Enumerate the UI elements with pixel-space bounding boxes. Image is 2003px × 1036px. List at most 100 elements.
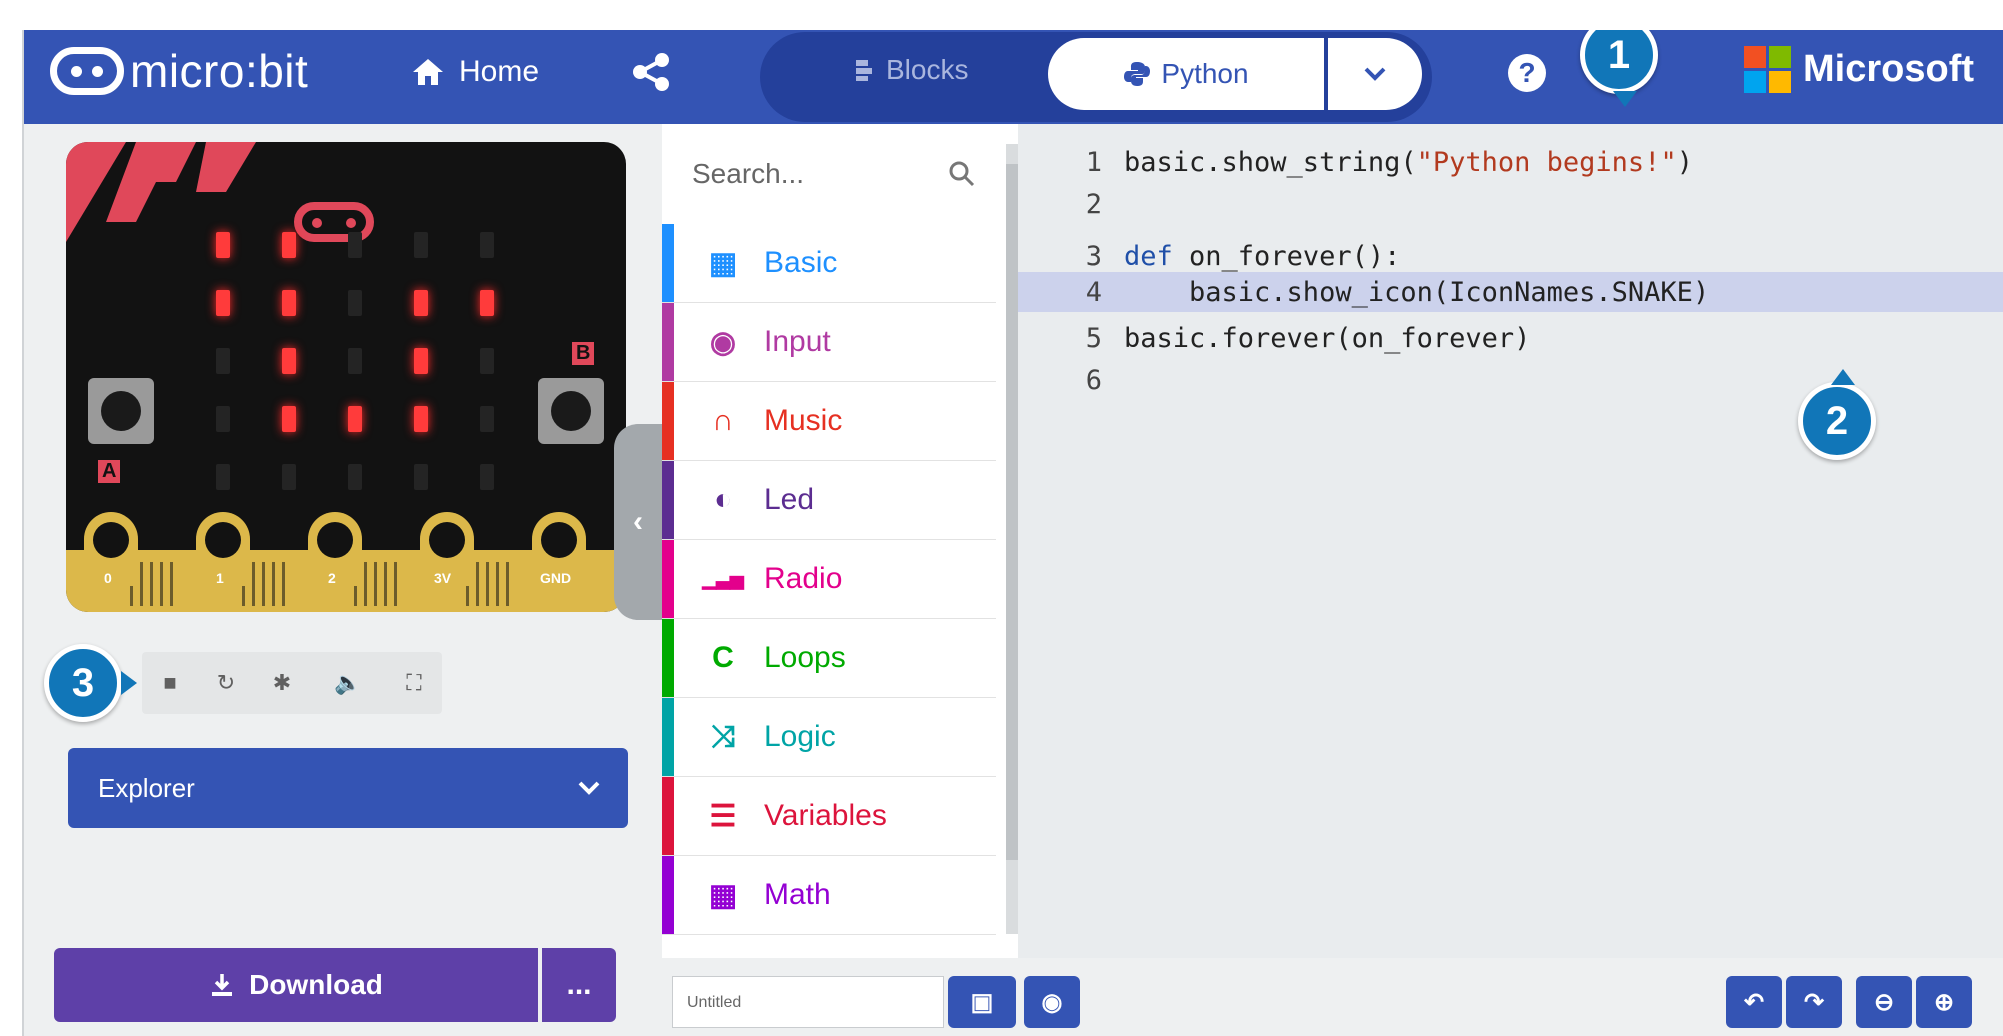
zoom-out-button[interactable]: ⊖ xyxy=(1856,976,1912,1028)
button-b[interactable] xyxy=(538,378,604,444)
project-name-input[interactable]: Untitled xyxy=(672,976,944,1028)
download-button[interactable]: Download xyxy=(54,948,538,1022)
category-music[interactable]: ∩ Music xyxy=(662,382,996,461)
toolbox: Search... ▦ Basic ◉ Input ∩ Music ◐ Led ▁▃▅ Radio… xyxy=(662,124,1020,958)
category-label: Loops xyxy=(764,641,846,674)
string-literal: "Python begins!" xyxy=(1416,146,1677,178)
share-icon xyxy=(633,53,669,91)
fullscreen-button[interactable]: ⛶ xyxy=(386,652,442,714)
shuffle-icon: ⤨ xyxy=(711,720,735,753)
search-icon[interactable] xyxy=(948,160,976,188)
category-color-bar xyxy=(662,777,674,855)
github-button[interactable]: ◉ xyxy=(1024,976,1080,1028)
home-icon xyxy=(413,59,443,85)
redo-button[interactable]: ↷ xyxy=(1786,976,1842,1028)
led-on xyxy=(282,232,296,258)
stop-button[interactable]: ■ xyxy=(142,652,198,714)
tab-blocks[interactable]: Blocks xyxy=(854,54,968,86)
category-variables[interactable]: ☰ Variables xyxy=(662,777,996,856)
line-number: 2 xyxy=(1085,188,1102,220)
search-input[interactable]: Search... xyxy=(692,158,804,190)
led-on xyxy=(414,406,428,432)
pin-hole xyxy=(93,522,129,558)
debug-button[interactable]: ✱ xyxy=(254,652,310,714)
line-number: 4 xyxy=(1085,276,1102,308)
microsoft-logo[interactable]: Microsoft xyxy=(1744,46,1974,93)
button-b-label: B xyxy=(572,342,595,365)
microbit-simulator[interactable]: A B 0 1 2 3V GND xyxy=(66,142,626,612)
led-off xyxy=(216,406,230,432)
zoom-out-icon: ⊖ xyxy=(1873,988,1895,1016)
save-button[interactable]: ▣ xyxy=(948,976,1016,1028)
restart-button[interactable]: ↻ xyxy=(198,652,254,714)
sound-icon: 🔈 xyxy=(334,670,362,695)
language-dropdown-button[interactable] xyxy=(1328,38,1422,110)
undo-button[interactable]: ↶ xyxy=(1726,976,1782,1028)
mute-button[interactable]: 🔈 xyxy=(320,652,376,714)
toolbox-search[interactable]: Search... xyxy=(662,124,996,224)
category-label: Logic xyxy=(764,720,836,753)
download-icon xyxy=(212,974,233,996)
share-button[interactable] xyxy=(632,52,670,97)
tab-blocks-label: Blocks xyxy=(886,54,969,85)
led-on xyxy=(282,406,296,432)
button-a-label: A xyxy=(98,460,121,483)
pin-label: 0 xyxy=(104,570,112,586)
python-icon xyxy=(1124,62,1151,86)
download-more-button[interactable]: ... xyxy=(542,948,616,1022)
undo-icon: ↶ xyxy=(1743,988,1765,1016)
code-line: 3 def on_forever(): xyxy=(1018,236,2003,276)
pin-hole xyxy=(541,522,577,558)
target-icon: ◉ xyxy=(709,325,737,359)
led-off xyxy=(414,232,428,258)
category-loops[interactable]: C Loops xyxy=(662,619,996,698)
code-line: 5 basic.forever(on_forever) xyxy=(1018,318,2003,358)
led-off xyxy=(480,348,494,374)
explorer-dropdown[interactable]: Explorer xyxy=(68,748,628,828)
help-button[interactable]: ? xyxy=(1508,54,1546,92)
line-number: 6 xyxy=(1085,364,1102,396)
loop-icon: C xyxy=(712,641,734,674)
led-off xyxy=(348,290,362,316)
led-on xyxy=(414,348,428,374)
led-off xyxy=(216,348,230,374)
code-text: basic.forever(on_forever) xyxy=(1124,322,1531,354)
led-off xyxy=(348,464,362,490)
tab-python[interactable]: Python xyxy=(1048,38,1324,110)
led-off xyxy=(414,464,428,490)
button-a[interactable] xyxy=(88,378,154,444)
microbit-logo[interactable]: micro:bit xyxy=(50,44,308,98)
led-on xyxy=(216,290,230,316)
category-color-bar xyxy=(662,224,674,302)
button-b-cap xyxy=(551,391,591,431)
zoom-in-button[interactable]: ⊕ xyxy=(1916,976,1972,1028)
category-radio[interactable]: ▁▃▅ Radio xyxy=(662,540,996,619)
category-led[interactable]: ◐ Led xyxy=(662,461,996,540)
led-off xyxy=(480,464,494,490)
microsoft-label: Microsoft xyxy=(1803,48,1974,90)
home-label: Home xyxy=(459,55,540,88)
chevron-left-icon: ‹ xyxy=(633,505,643,538)
download-label: Download xyxy=(249,969,383,1000)
code-token: on_forever(): xyxy=(1172,240,1401,272)
code-editor[interactable]: 1 basic.show_string("Python begins!") 2 … xyxy=(1018,124,2003,958)
category-basic[interactable]: ▦ Basic xyxy=(662,224,996,303)
callout-2: 2 xyxy=(1798,369,1876,460)
stop-icon: ■ xyxy=(163,670,177,695)
led-on xyxy=(282,348,296,374)
category-logic[interactable]: ⤨ Logic xyxy=(662,698,996,777)
line-number: 5 xyxy=(1085,322,1102,354)
restart-icon: ↻ xyxy=(216,670,236,695)
category-math[interactable]: ▦ Math xyxy=(662,856,996,935)
line-number: 1 xyxy=(1085,146,1102,178)
chevron-down-icon xyxy=(578,781,600,795)
pin-label: GND xyxy=(540,570,572,586)
collapse-simulator-button[interactable]: ‹ xyxy=(614,424,662,620)
pin-label: 1 xyxy=(216,570,224,586)
category-input[interactable]: ◉ Input xyxy=(662,303,996,382)
pin-hole xyxy=(317,522,353,558)
home-button[interactable]: Home xyxy=(411,55,539,89)
led-matrix xyxy=(216,232,494,490)
headphones-icon: ∩ xyxy=(712,404,734,437)
save-icon: ▣ xyxy=(970,988,994,1016)
